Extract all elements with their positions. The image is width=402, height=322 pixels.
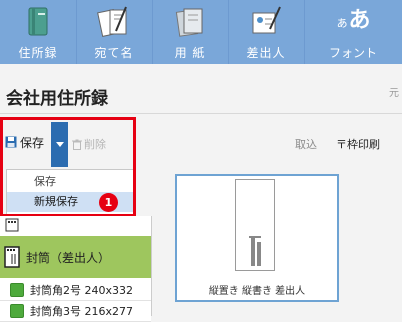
- import-button[interactable]: 取込: [295, 136, 317, 152]
- list-group-label: 封筒（差出人）: [26, 250, 111, 265]
- tab-sender[interactable]: 差出人: [228, 0, 305, 64]
- tab-label: 用 紙: [174, 46, 206, 60]
- step-badge: 1: [99, 193, 118, 212]
- envelope-icon: [4, 246, 20, 268]
- font-aa-icon: ぁあ: [335, 7, 371, 33]
- layout-card-label: 縦置き 縦書き 差出人: [208, 286, 306, 297]
- tab-label: 宛て名: [94, 46, 134, 60]
- tab-label: 差出人: [246, 46, 286, 60]
- sender-card-icon: [246, 4, 286, 40]
- sender-layout-icon: [249, 236, 261, 266]
- address-book-icon: [18, 4, 58, 40]
- paper-swatch-icon: [10, 283, 24, 297]
- ribbon: 住所録 宛て名 用 紙 差出人 ぁあ フォント: [0, 0, 402, 64]
- list-item-label: 封筒角2号 240x332: [30, 284, 133, 297]
- save-menu: 保存 新規保存: [6, 169, 136, 215]
- list-group-envelope-sender[interactable]: 封筒（差出人）: [0, 236, 151, 278]
- tab-paper[interactable]: 用 紙: [152, 0, 229, 64]
- list-item[interactable]: [0, 216, 151, 236]
- page-title: 会社用住所録: [6, 89, 108, 109]
- list-item[interactable]: 封筒角2号 240x332: [0, 280, 151, 301]
- tab-label: 住所録: [18, 46, 58, 60]
- tab-address-book[interactable]: 住所録: [0, 0, 77, 64]
- paper-icon: [170, 4, 210, 40]
- delete-label: 削除: [84, 138, 106, 151]
- save-dropdown-button[interactable]: [51, 122, 68, 167]
- tab-addressing[interactable]: 宛て名: [76, 0, 153, 64]
- postal-frame-print-button[interactable]: 〒枠印刷: [336, 136, 380, 152]
- divider: [0, 113, 402, 114]
- list-item[interactable]: 封筒角3号 216x277: [0, 301, 151, 322]
- save-button[interactable]: 保存: [5, 130, 44, 154]
- chevron-down-icon: [55, 142, 64, 147]
- save-label: 保存: [20, 135, 45, 150]
- tab-label: フォント: [328, 46, 377, 60]
- list-item-label: 封筒角3号 216x277: [30, 305, 133, 318]
- postcard-pen-icon: [94, 4, 134, 40]
- menu-item-save[interactable]: 保存: [7, 172, 135, 192]
- envelope-preview: [235, 179, 275, 271]
- tab-font[interactable]: ぁあ フォント: [304, 0, 402, 64]
- floppy-disk-icon: [5, 136, 17, 148]
- delete-button[interactable]: 削除: [72, 136, 106, 152]
- envelope-icon: [5, 218, 19, 232]
- corner-text: 元: [389, 88, 399, 99]
- trash-icon: [72, 139, 82, 150]
